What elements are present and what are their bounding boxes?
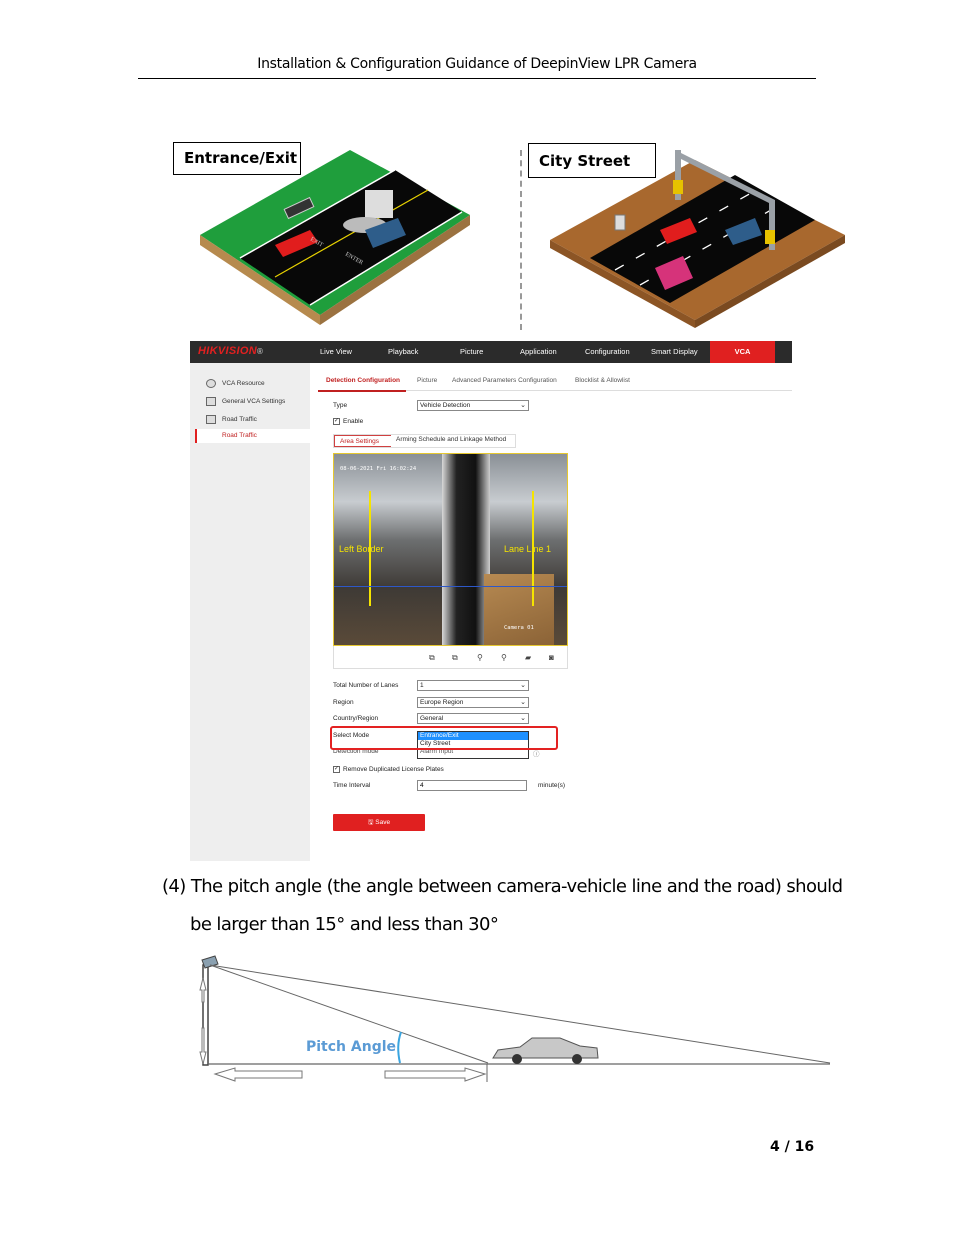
lane-line-label: Lane Line 1 [504, 544, 552, 554]
pitch-angle-arc [397, 1031, 402, 1064]
window-icon[interactable]: ⧉ [429, 653, 435, 663]
type-label: Type [333, 402, 348, 409]
left-arrow-icon [213, 1067, 303, 1082]
window-alt-icon[interactable]: ⧉ [452, 653, 458, 663]
tab-blocklist-allowlist[interactable]: Blocklist & Allowlist [575, 377, 630, 384]
paragraph-line-1: (4) The pitch angle (the angle between c… [162, 876, 843, 897]
nav-application[interactable]: Application [520, 347, 557, 356]
entrance-exit-label: Entrance/Exit [173, 142, 301, 175]
nav-playback[interactable]: Playback [388, 347, 418, 356]
highlight-box [330, 726, 558, 750]
sidebar-item-vca-resource[interactable]: VCA Resource [206, 379, 265, 388]
street-sign [614, 214, 626, 231]
toll-booth [365, 190, 393, 218]
gantry-light [765, 230, 775, 244]
subtab-bar: Area Settings Arming Schedule and Linkag… [333, 434, 516, 448]
nav-configuration[interactable]: Configuration [585, 347, 630, 356]
video-pillar [442, 454, 490, 645]
chevron-down-icon: ⌄ [520, 402, 526, 409]
save-button[interactable]: 🖫 Save [333, 814, 425, 831]
enable-label: Enable [343, 418, 364, 425]
vca-resource-icon [206, 379, 216, 388]
car-icon [492, 1037, 599, 1064]
region-label: Region [333, 699, 354, 706]
sidebar: VCA Resource General VCA Settings Road T… [190, 363, 310, 861]
time-interval-unit: minute(s) [538, 782, 566, 789]
settings-grid-icon [206, 397, 216, 406]
nav-live-view[interactable]: Live View [320, 347, 352, 356]
sidebar-item-label: VCA Resource [222, 380, 265, 387]
type-select-value: Vehicle Detection [420, 402, 471, 409]
zoom-out-icon[interactable]: ⚲ [477, 653, 483, 662]
chevron-down-icon: ⌄ [520, 699, 526, 706]
tab-bar: Detection Configuration Picture Advanced… [318, 375, 792, 391]
header-rule [138, 78, 816, 79]
country-region-select-value: General [420, 715, 444, 722]
page-number: 4 / 16 [770, 1139, 815, 1155]
record-icon[interactable]: ▰ [525, 653, 531, 662]
zoom-in-icon[interactable]: ⚲ [501, 653, 507, 662]
right-arrow-icon [384, 1067, 487, 1082]
subtab-area-settings[interactable]: Area Settings [334, 435, 391, 447]
sidebar-item-road-traffic-group[interactable]: Road Traffic [206, 415, 257, 424]
sidebar-item-road-traffic-active[interactable]: Road Traffic [195, 429, 310, 443]
time-interval-label: Time Interval [333, 782, 371, 789]
hikvision-logo: HIKVISION® [198, 345, 264, 357]
pitch-angle-diagram: Pitch Angle [199, 955, 831, 1082]
city-street-label: City Street [528, 143, 656, 178]
video-boxes [484, 574, 554, 645]
paragraph-line-2: be larger than 15° and less than 30° [190, 914, 499, 935]
tab-advanced-parameters[interactable]: Advanced Parameters Configuration [452, 377, 557, 384]
sidebar-item-label: Road Traffic [222, 416, 257, 423]
sidebar-item-general-vca-settings[interactable]: General VCA Settings [206, 397, 285, 406]
country-region-label: Country/Region [333, 715, 379, 722]
page-header: Installation & Configuration Guidance of… [257, 56, 697, 72]
nav-picture[interactable]: Picture [460, 347, 483, 356]
hikvision-web-ui: HIKVISION® Live View Playback Picture Ap… [190, 341, 792, 861]
subtab-arming-schedule[interactable]: Arming Schedule and Linkage Method [396, 436, 506, 443]
sidebar-item-label: General VCA Settings [222, 398, 286, 405]
lanes-select-value: 1 [420, 682, 424, 689]
trigger-line[interactable] [334, 586, 567, 587]
save-label: Save [375, 819, 391, 826]
video-toolbar: ⧉ ⧉ ⚲ ⚲ ▰ ◙ [333, 646, 568, 669]
live-video-view[interactable]: 08-06-2021 Fri 16:02:24 Camera 01 Left B… [333, 453, 568, 646]
remove-duplicates-checkbox[interactable]: ✓ [333, 766, 340, 773]
country-region-select[interactable]: General ⌄ [417, 713, 529, 724]
region-select-value: Europe Region [420, 699, 464, 706]
region-select[interactable]: Europe Region ⌄ [417, 697, 529, 708]
chevron-down-icon: ⌄ [520, 682, 526, 689]
road-traffic-icon [206, 415, 216, 424]
remove-duplicates-label: Remove Duplicated License Plates [343, 766, 444, 773]
time-interval-input[interactable]: 4 [417, 780, 527, 791]
type-select[interactable]: Vehicle Detection ⌄ [417, 400, 529, 411]
nav-vca[interactable]: VCA [710, 341, 775, 363]
tab-detection-configuration[interactable]: Detection Configuration [326, 377, 400, 384]
lanes-select[interactable]: 1 ⌄ [417, 680, 529, 691]
enable-checkbox[interactable]: ✓ [333, 418, 340, 425]
video-timestamp: 08-06-2021 Fri 16:02:24 [340, 466, 417, 472]
video-camera-name: Camera 01 [504, 625, 534, 631]
left-border-label: Left Border [339, 544, 384, 554]
camera-icon[interactable]: ◙ [549, 653, 554, 662]
top-nav-bar: HIKVISION® Live View Playback Picture Ap… [190, 341, 792, 363]
lanes-label: Total Number of Lanes [333, 682, 399, 689]
pitch-angle-label: Pitch Angle [306, 1039, 396, 1055]
tab-picture[interactable]: Picture [417, 377, 437, 384]
chevron-down-icon: ⌄ [520, 715, 526, 722]
gantry-light [673, 180, 683, 194]
nav-smart-display[interactable]: Smart Display [651, 347, 698, 356]
active-tab-indicator [318, 390, 406, 392]
